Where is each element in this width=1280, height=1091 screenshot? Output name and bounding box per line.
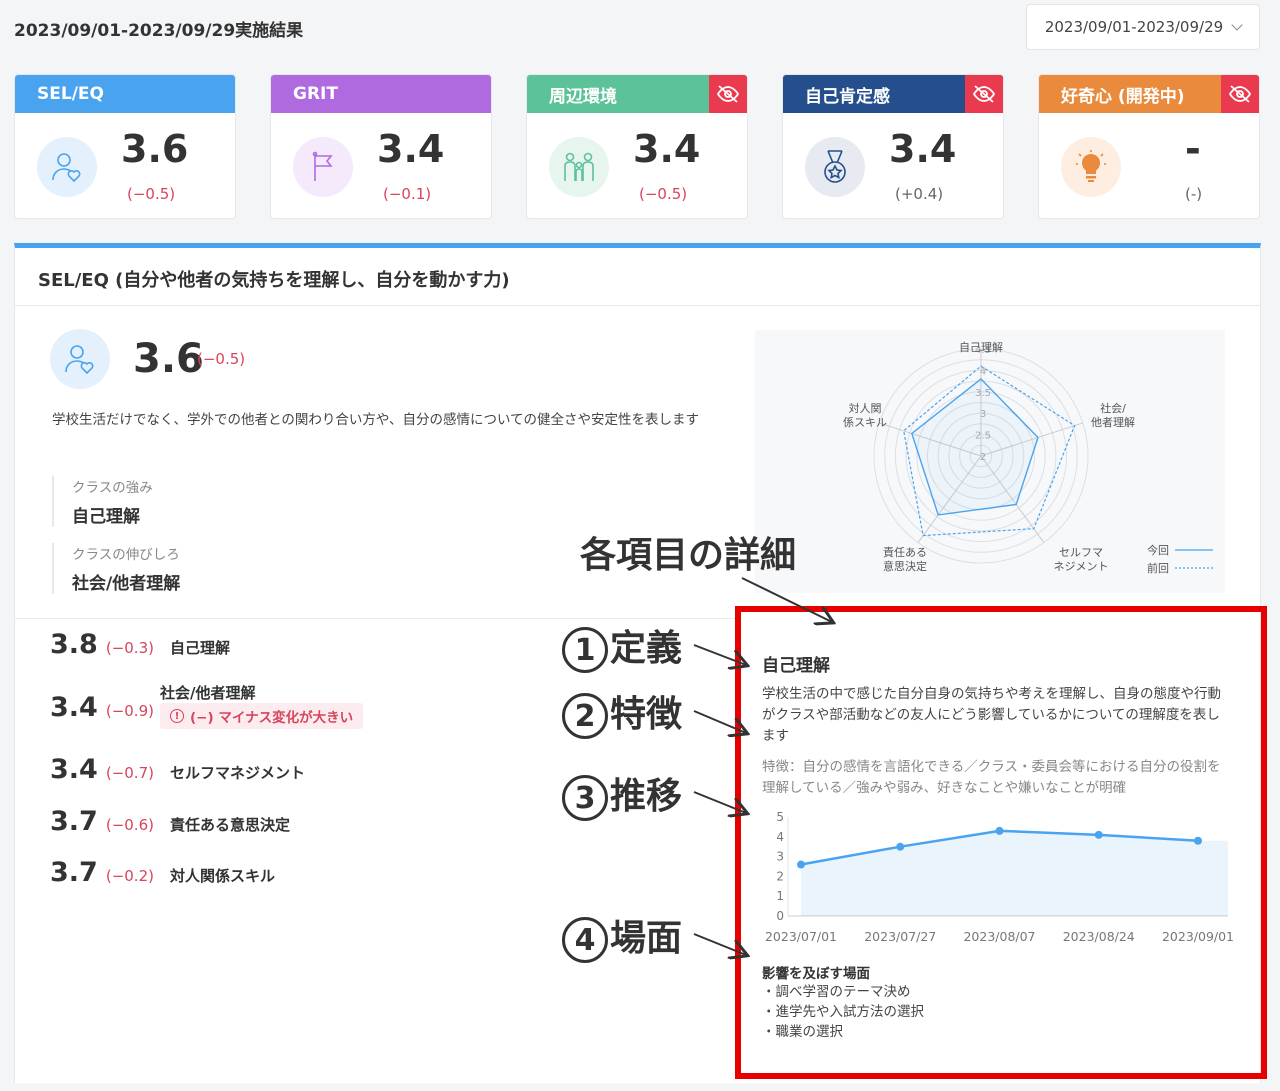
arrow [741, 577, 832, 622]
arrow [693, 710, 746, 733]
annotation-arrows [693, 577, 1280, 1091]
arrow [693, 933, 746, 955]
arrow [693, 644, 746, 665]
arrow [693, 791, 746, 813]
